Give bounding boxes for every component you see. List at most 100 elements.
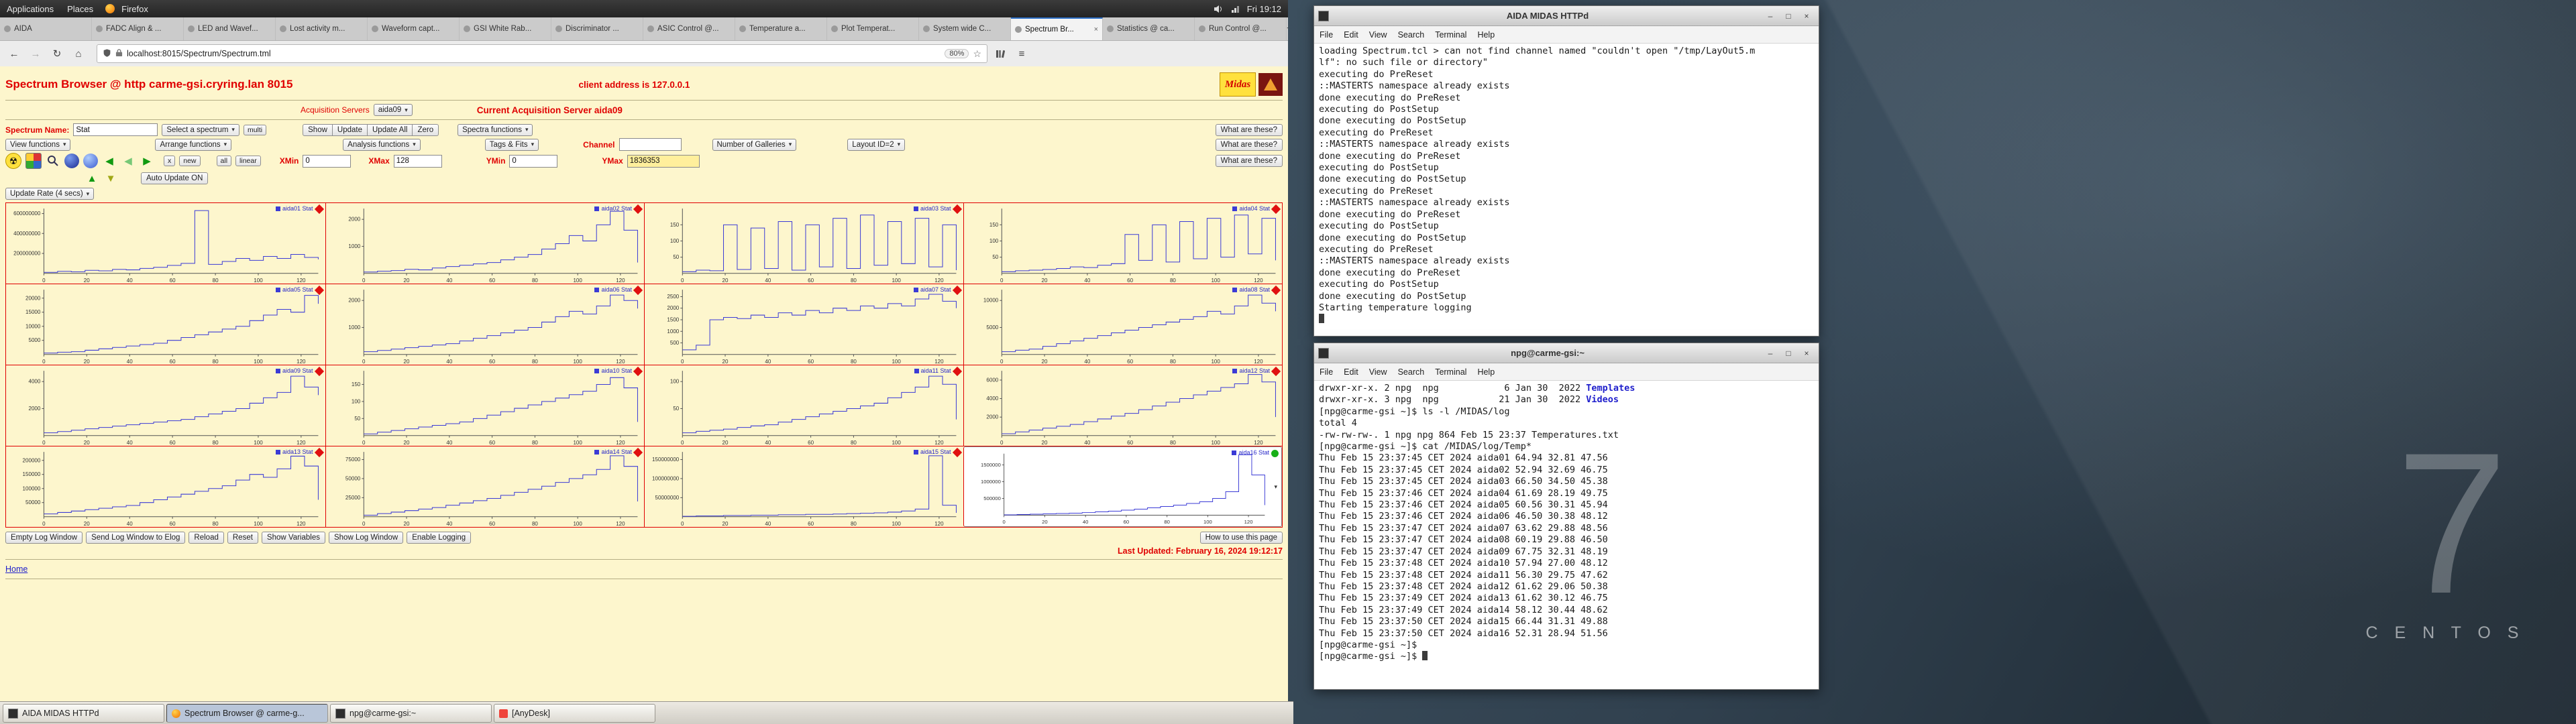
browser-tab[interactable]: Lost activity m... bbox=[276, 17, 368, 40]
terminal-menu-terminal[interactable]: Terminal bbox=[1430, 367, 1472, 377]
url-bar[interactable]: localhost:8015/Spectrum/Spectrum.tml 80%… bbox=[97, 44, 987, 63]
xmin-input[interactable] bbox=[303, 155, 351, 168]
arrange-functions-dropdown[interactable]: Arrange functions bbox=[155, 139, 231, 151]
channel-input[interactable] bbox=[619, 138, 682, 151]
terminal-maximize-button[interactable]: □ bbox=[1780, 347, 1796, 360]
back-button[interactable]: ← bbox=[5, 45, 23, 62]
terminal-close-button[interactable]: × bbox=[1799, 347, 1815, 360]
spectrum-plot-aida07[interactable]: 5001000150020002500020406080100120aida07… bbox=[644, 284, 963, 365]
view-functions-dropdown[interactable]: View functions bbox=[5, 139, 70, 151]
arrow-down-icon[interactable]: ▼ bbox=[103, 171, 118, 186]
arrow-left-secondary-icon[interactable]: ◀ bbox=[121, 154, 136, 168]
plot-status-ok-marker-icon[interactable] bbox=[1271, 450, 1279, 457]
spectrum-chart[interactable]: 50100150020406080100120 bbox=[326, 365, 645, 446]
palette-icon[interactable] bbox=[25, 153, 42, 169]
xmax-input[interactable] bbox=[394, 155, 442, 168]
terminal-menu-help[interactable]: Help bbox=[1472, 30, 1500, 40]
terminal-menu-file[interactable]: File bbox=[1314, 30, 1338, 40]
empty-log-window-button[interactable]: Empty Log Window bbox=[5, 532, 83, 544]
browser-tab[interactable]: FADC Align & ... bbox=[92, 17, 184, 40]
spectrum-plot-aida03[interactable]: 50100150020406080100120aida03 Stat bbox=[644, 203, 963, 284]
layout-dropdown[interactable]: Layout ID=2 bbox=[847, 139, 905, 151]
spectrum-chart[interactable]: 5000100001500020000020406080100120 bbox=[6, 284, 325, 365]
arrow-right-icon[interactable]: ▶ bbox=[140, 154, 154, 168]
spectra-functions-dropdown[interactable]: Spectra functions bbox=[458, 124, 533, 136]
browser-tab[interactable]: Waveform capt... bbox=[368, 17, 460, 40]
browser-tab[interactable]: Plot Temperat... bbox=[827, 17, 919, 40]
browser-tab[interactable]: Statistics @ ca... bbox=[1103, 17, 1195, 40]
terminal-menu-view[interactable]: View bbox=[1364, 30, 1393, 40]
spectrum-chart[interactable]: 500010000020406080100120 bbox=[964, 284, 1283, 365]
network-icon[interactable] bbox=[1230, 5, 1240, 13]
applications-menu[interactable]: Applications bbox=[0, 4, 60, 14]
spectrum-plot-aida15[interactable]: 5000000010000000015000000002040608010012… bbox=[644, 446, 963, 527]
spectrum-chart[interactable]: 50000100000150000200000020406080100120 bbox=[6, 446, 325, 527]
show-variables-button[interactable]: Show Variables bbox=[262, 532, 325, 544]
taskbar-button[interactable]: npg@carme-gsi:~ bbox=[330, 704, 492, 723]
how-to-use-button[interactable]: How to use this page bbox=[1200, 532, 1283, 544]
radiation-icon[interactable]: ☢ bbox=[5, 153, 21, 169]
browser-tab[interactable]: System wide C... bbox=[919, 17, 1011, 40]
shield-icon[interactable] bbox=[103, 48, 111, 60]
spectrum-chart[interactable]: 20004000020406080100120 bbox=[6, 365, 325, 446]
menu-button[interactable]: ≡ bbox=[1013, 45, 1030, 62]
spectrum-plot-aida13[interactable]: 50000100000150000200000020406080100120ai… bbox=[6, 446, 325, 527]
enable-logging-button[interactable]: Enable Logging bbox=[407, 532, 471, 544]
midas-logo[interactable]: Midas bbox=[1220, 72, 1256, 97]
spectrum-plot-aida12[interactable]: 200040006000020406080100120aida12 Stat bbox=[963, 365, 1283, 446]
terminal-menu-help[interactable]: Help bbox=[1472, 367, 1500, 377]
reset-button[interactable]: Reset bbox=[227, 532, 258, 544]
browser-tab[interactable]: GSI White Rab... bbox=[460, 17, 551, 40]
terminal-titlebar[interactable]: npg@carme-gsi:~ – □ × bbox=[1314, 343, 1819, 363]
taskbar-button[interactable]: Spectrum Browser @ carme-g... bbox=[166, 704, 328, 723]
multi-button[interactable]: multi bbox=[244, 125, 266, 135]
show-button[interactable]: Show bbox=[303, 124, 333, 136]
spectrum-plot-aida05[interactable]: 5000100001500020000020406080100120aida05… bbox=[6, 284, 325, 365]
terminal-minimize-button[interactable]: – bbox=[1762, 347, 1778, 360]
update-rate-dropdown[interactable]: Update Rate (4 secs) bbox=[5, 188, 94, 200]
spectrum-plot-aida08[interactable]: 500010000020406080100120aida08 Stat bbox=[963, 284, 1283, 365]
volume-icon[interactable] bbox=[1214, 5, 1224, 13]
spectrum-chart[interactable]: 5000000010000000015000000002040608010012… bbox=[645, 446, 963, 527]
terminal-menu-search[interactable]: Search bbox=[1393, 30, 1430, 40]
acquisition-server-select[interactable]: aida09 bbox=[374, 104, 413, 116]
browser-tab[interactable]: Spectrum Br...× bbox=[1011, 17, 1103, 40]
arrow-up-icon[interactable]: ▲ bbox=[85, 171, 99, 186]
browser-tab[interactable]: Temperature a... bbox=[735, 17, 827, 40]
taskbar-button[interactable]: AIDA MIDAS HTTPd bbox=[3, 704, 164, 723]
home-link[interactable]: Home bbox=[5, 564, 28, 574]
taskbar-button[interactable]: [AnyDesk] bbox=[494, 704, 655, 723]
terminal-menu-terminal[interactable]: Terminal bbox=[1430, 30, 1472, 40]
spectrum-chart[interactable]: 250005000075000020406080100120 bbox=[326, 446, 645, 527]
spectrum-plot-aida02[interactable]: 10002000020406080100120aida02 Stat bbox=[325, 203, 645, 284]
what-are-these-button-2[interactable]: What are these? bbox=[1216, 139, 1283, 151]
spectrum-plot-aida04[interactable]: 50100150020406080100120aida04 Stat bbox=[963, 203, 1283, 284]
spectrum-chart[interactable]: 50100020406080100120 bbox=[645, 365, 963, 446]
select-spectrum-dropdown[interactable]: Select a spectrum bbox=[162, 124, 239, 136]
what-are-these-button-1[interactable]: What are these? bbox=[1216, 124, 1283, 136]
firefox-panel-menu[interactable]: Firefox bbox=[115, 4, 155, 14]
spectrum-chart[interactable]: 50100150020406080100120 bbox=[964, 203, 1283, 284]
gsi-logo-icon[interactable] bbox=[1258, 73, 1283, 96]
clock[interactable]: Fri 19:12 bbox=[1247, 4, 1281, 14]
terminal-close-button[interactable]: × bbox=[1799, 9, 1815, 23]
forward-button[interactable]: → bbox=[27, 45, 44, 62]
spectrum-chart[interactable]: 10002000020406080100120 bbox=[326, 203, 645, 284]
lock-icon[interactable] bbox=[115, 48, 123, 59]
new-button[interactable]: new bbox=[179, 156, 200, 166]
show-log-window-button[interactable]: Show Log Window bbox=[329, 532, 403, 544]
terminal-menu-search[interactable]: Search bbox=[1393, 367, 1430, 377]
update-button[interactable]: Update bbox=[333, 124, 368, 136]
browser-tab[interactable]: Discriminator ... bbox=[551, 17, 643, 40]
auto-update-button[interactable]: Auto Update ON bbox=[141, 172, 208, 184]
url-text[interactable]: localhost:8015/Spectrum/Spectrum.tml bbox=[127, 49, 941, 58]
browser-tab[interactable]: ASIC Control @... bbox=[643, 17, 735, 40]
browser-tab[interactable]: Run Control @... bbox=[1195, 17, 1287, 40]
zero-button[interactable]: Zero bbox=[413, 124, 439, 136]
linear-button[interactable]: linear bbox=[235, 156, 261, 166]
spectrum-chart[interactable]: 50000010000001500000020406080100120 bbox=[968, 448, 1271, 525]
terminal-maximize-button[interactable]: □ bbox=[1780, 9, 1796, 23]
spectrum-name-input[interactable] bbox=[73, 123, 158, 136]
x-button[interactable]: x bbox=[164, 156, 175, 166]
reload-button[interactable]: Reload bbox=[189, 532, 223, 544]
